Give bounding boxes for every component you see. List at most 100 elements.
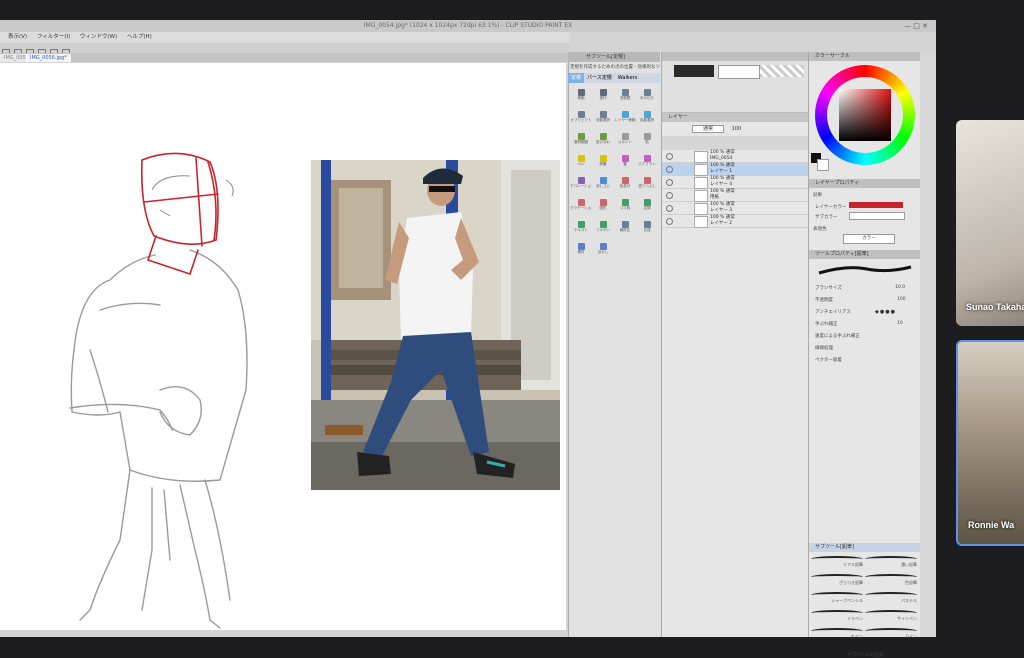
tool-button-26[interactable]: 線修正 [614, 220, 636, 236]
opacity-value[interactable]: 100 [897, 297, 906, 302]
layer-thumbnail [694, 164, 708, 176]
tab-perspective[interactable]: パース定規 [584, 73, 615, 83]
pencil-subtool[interactable]: ざらつき鉛筆 [811, 572, 863, 588]
tool-button-28[interactable]: 素材 [570, 242, 592, 258]
pencil-subtool[interactable]: リアル鉛筆 [811, 554, 863, 570]
tool-icon [599, 243, 607, 250]
layer-row[interactable]: 100 % 通常 用紙 [662, 189, 808, 202]
tool-palette [662, 52, 808, 113]
eye-icon[interactable] [666, 179, 673, 186]
video-tile-1[interactable]: Sunao Takahashi [956, 120, 1024, 326]
pencil-subtool[interactable]: Gペン [865, 626, 917, 642]
tool-button-12[interactable]: ペン [570, 154, 592, 170]
tab-ruler[interactable]: 定規 [568, 73, 585, 83]
tool-button-3[interactable]: 手のひら [636, 88, 658, 104]
pencil-subtool[interactable]: 色鉛筆 [865, 572, 917, 588]
option-stabilize[interactable]: 手ぶれ補正 [815, 321, 838, 327]
tool-button-19[interactable]: 塗りつぶし [636, 176, 658, 192]
tool-button-11[interactable]: 色 [636, 132, 658, 148]
transparent-swatch[interactable] [760, 65, 804, 77]
menu-help[interactable]: ヘルプ(H) [127, 34, 152, 40]
tool-button-16[interactable]: デコレーション [570, 176, 592, 192]
pencil-subtool[interactable]: シャープペンシル [811, 590, 863, 606]
expression-label: 表現色 [813, 227, 827, 232]
pencil-subtool[interactable]: 丸ペン [811, 626, 863, 642]
window-controls[interactable]: — □ ✕ [904, 20, 928, 32]
tool-button-23[interactable]: 定規 [636, 198, 658, 214]
option-speed-stabilize[interactable]: 速度による手ぶれ補正 [815, 333, 860, 339]
tool-button-5[interactable]: 自動選択 [592, 110, 614, 126]
layer-row[interactable]: 100 % 通常 レイヤー 2 [662, 215, 808, 228]
saturation-value-square[interactable] [839, 89, 891, 141]
tool-icon [643, 111, 651, 118]
tool-button-4[interactable]: オブジェクト [570, 110, 592, 126]
stabilize-value[interactable]: 10 [897, 321, 903, 326]
tool-button-0[interactable]: 移動 [570, 88, 592, 104]
eye-icon[interactable] [666, 153, 673, 160]
pencil-subtool[interactable]: ミリペン [811, 608, 863, 624]
pencil-label: ミリペン [847, 616, 863, 621]
layer-row[interactable]: 100 % 通常 レイヤー 4 [662, 176, 808, 189]
blend-mode-select[interactable]: 通常 [692, 125, 725, 133]
layer-row[interactable]: 100 % 通常 レイヤー 1 [662, 163, 808, 176]
tool-button-15[interactable]: エアブラシ [636, 154, 658, 170]
menu-view[interactable]: 表示(V) [8, 34, 27, 40]
tool-property-header: ツールプロパティ[鉛筆] [809, 250, 921, 259]
add-subtool-button[interactable]: サブツールの追加 [809, 652, 921, 658]
menu-window[interactable]: ウィンドウ(W) [80, 34, 117, 40]
layer-color-swatch[interactable] [849, 202, 903, 208]
brush-stroke-preview [818, 265, 912, 275]
tab-walkers[interactable]: Walkers [615, 73, 641, 83]
layer-opacity[interactable]: 100 [732, 126, 742, 132]
tool-button-14[interactable]: 筆 [614, 154, 636, 170]
sub-color-swatch[interactable] [718, 65, 760, 79]
tool-button-27[interactable]: 合成 [636, 220, 658, 236]
tool-button-7[interactable]: 自動選択 [636, 110, 658, 126]
sub-color-bar[interactable] [849, 212, 905, 220]
layer-row[interactable]: 100 % 通常 IMG_0054 [662, 150, 808, 163]
tool-icon [621, 177, 629, 184]
tab-doc-2[interactable]: IMG_0056.jpg* [26, 54, 71, 62]
eye-icon[interactable] [666, 166, 673, 173]
tool-button-1[interactable]: 操作 [592, 88, 614, 104]
expression-select[interactable]: カラー [843, 234, 895, 244]
tool-button-13[interactable]: 鉛筆 [592, 154, 614, 170]
tool-button-24[interactable]: テキスト [570, 220, 592, 236]
option-line-end[interactable]: 線端処理 [815, 345, 833, 351]
sub-color-chip[interactable] [817, 159, 829, 171]
antialias-options[interactable]: ◆●●● [875, 309, 896, 315]
brush-size-value[interactable]: 10.0 [895, 285, 905, 290]
tool-label: フキダシ [595, 228, 611, 232]
tool-button-10[interactable]: スポイト [614, 132, 636, 148]
video-tile-2[interactable]: Ronnie Wa [956, 340, 1024, 546]
tool-button-21[interactable]: 図形 [592, 198, 614, 214]
tool-button-2[interactable]: 虫眼鏡 [614, 88, 636, 104]
pencil-subtool[interactable]: サインペン [865, 608, 917, 624]
eye-icon[interactable] [666, 218, 673, 225]
eye-icon[interactable] [666, 205, 673, 212]
tool-button-25[interactable]: フキダシ [592, 220, 614, 236]
tool-label: 線修正 [619, 228, 631, 232]
tool-label: スポイト [618, 140, 632, 144]
tool-label: オブジェクト [570, 118, 592, 122]
tool-button-9[interactable]: 投げなわ [592, 132, 614, 148]
option-vector-snap[interactable]: ベクター吸着 [815, 357, 842, 363]
tab-doc-1[interactable]: IMG_0054.jpg* [0, 54, 26, 62]
main-color-swatch[interactable] [674, 65, 714, 77]
pencil-subtool[interactable]: パステル [865, 590, 917, 606]
tool-button-18[interactable]: 色混ぜ [614, 176, 636, 192]
tool-button-8[interactable]: 選択範囲 [570, 132, 592, 148]
tool-button-22[interactable]: コマ枠 [614, 198, 636, 214]
tool-icon [643, 221, 651, 228]
tool-button-29[interactable]: ぼかし [592, 242, 614, 258]
eye-icon[interactable] [666, 192, 673, 199]
tool-button-17[interactable]: 消しゴム [592, 176, 614, 192]
tool-icon [643, 199, 651, 206]
menu-filter[interactable]: フィルター(I) [37, 34, 70, 40]
tool-button-6[interactable]: レイヤー移動 [614, 110, 636, 126]
tool-button-20[interactable]: グラデーション [570, 198, 592, 214]
pencil-subtool[interactable]: 濃い鉛筆 [865, 554, 917, 570]
document-tabs: IMG_0054.jpg* IMG_0056.jpg* [0, 53, 570, 62]
layer-row[interactable]: 100 % 通常 レイヤー 3 [662, 202, 808, 215]
side-scrollbar[interactable] [920, 52, 936, 637]
